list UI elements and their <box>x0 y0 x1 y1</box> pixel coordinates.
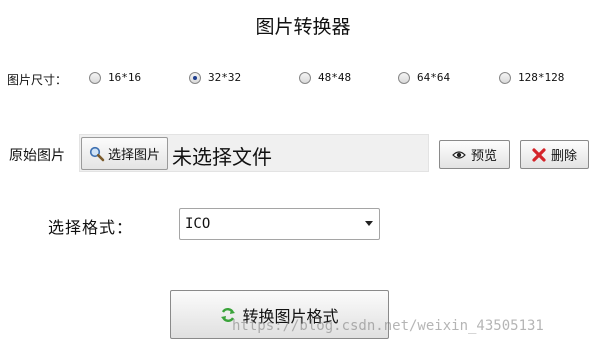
original-image-label: 原始图片 <box>9 148 65 164</box>
image-size-label: 图片尺寸： <box>7 73 68 87</box>
size-option-label: 128*128 <box>518 71 565 84</box>
red-x-icon <box>532 147 546 162</box>
size-option-16[interactable]: 16*16 <box>89 71 141 84</box>
delete-label: 删除 <box>550 149 577 164</box>
size-option-label: 16*16 <box>108 71 142 84</box>
choose-image-label: 选择图片 <box>107 148 160 163</box>
format-select[interactable]: ICO <box>179 208 380 240</box>
radio-button[interactable] <box>499 71 511 84</box>
choose-image-button[interactable]: 选择图片 <box>81 137 168 170</box>
size-option-128[interactable]: 128*128 <box>499 71 564 84</box>
size-option-label: 64*64 <box>417 71 451 84</box>
eye-icon <box>452 150 466 160</box>
radio-button[interactable] <box>398 71 410 84</box>
radio-button-selected[interactable] <box>189 71 201 84</box>
size-option-64[interactable]: 64*64 <box>398 71 450 84</box>
size-option-32[interactable]: 32*32 <box>189 71 241 84</box>
radio-button[interactable] <box>89 71 101 84</box>
file-status-text: 未选择文件 <box>172 145 272 169</box>
preview-label: 预览 <box>470 149 497 164</box>
size-option-label: 48*48 <box>318 71 352 84</box>
app-title: 图片转换器 <box>255 16 351 38</box>
format-label: 选择格式： <box>48 218 134 237</box>
format-selected-value: ICO <box>185 216 211 232</box>
file-chooser: 选择图片 未选择文件 <box>79 134 429 172</box>
radio-button[interactable] <box>299 71 311 84</box>
chevron-down-icon[interactable] <box>365 221 373 226</box>
size-option-label: 32*32 <box>208 71 242 84</box>
delete-button[interactable]: 删除 <box>520 140 589 169</box>
preview-button[interactable]: 预览 <box>439 140 510 169</box>
magnifier-icon <box>89 146 105 162</box>
size-option-48[interactable]: 48*48 <box>299 71 351 84</box>
watermark-text: https://blog.csdn.net/weixin_43505131 <box>232 318 544 334</box>
